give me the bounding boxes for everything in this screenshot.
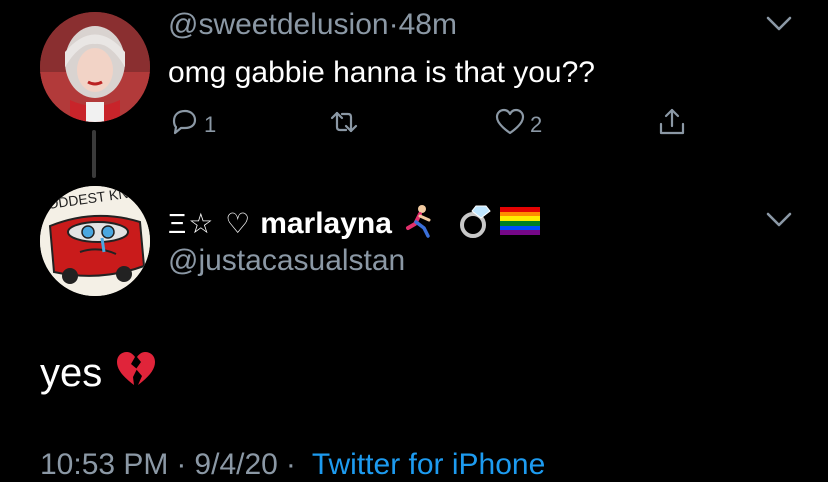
separator: · (285, 448, 296, 481)
display-name: marlayna (260, 206, 392, 240)
thread-line (92, 130, 96, 178)
tweet-actions: 1 2 (168, 106, 708, 146)
reply-text: yes (40, 350, 103, 395)
share-icon (656, 106, 688, 144)
name-prefix: Ξ☆ ♡ (168, 208, 253, 239)
avatar-image: ODDEST KNOW (40, 186, 150, 296)
author-handle[interactable]: @sweetdelusion (168, 8, 389, 41)
tweet-header: @sweetdelusion·48m (168, 8, 457, 42)
reply-date: 9/4/20 (194, 448, 278, 481)
like-button[interactable]: 2 (494, 106, 542, 144)
source-link[interactable]: Twitter for iPhone (312, 448, 545, 482)
rainbow-flag-icon (499, 207, 540, 240)
author-handle[interactable]: @justacasualstan (168, 244, 405, 278)
heart-icon (494, 106, 526, 144)
reply-icon (168, 106, 200, 144)
separator: · (388, 8, 399, 41)
reply-count: 1 (204, 112, 217, 137)
avatar-image (40, 12, 150, 122)
ring-emoji-icon (456, 202, 494, 245)
reply-button[interactable]: 1 (168, 106, 216, 144)
broken-heart-icon (116, 350, 156, 396)
chevron-down-icon[interactable] (766, 212, 792, 228)
timestamp[interactable]: 48m (399, 8, 457, 41)
retweet-icon (328, 106, 360, 144)
like-count: 2 (530, 112, 543, 137)
separator: · (176, 448, 187, 481)
tweet-meta: 10:53 PM · 9/4/20 · Twitter for iPhone (40, 448, 545, 482)
runner-emoji-icon (402, 204, 436, 243)
reply-time: 10:53 PM (40, 448, 169, 481)
reply-name-row[interactable]: Ξ☆ ♡ marlayna (168, 202, 540, 245)
tweet-text: omg gabbie hanna is that you?? (168, 56, 595, 89)
chevron-down-icon[interactable] (766, 16, 792, 32)
retweet-button[interactable] (328, 106, 360, 144)
avatar[interactable] (40, 12, 150, 122)
share-button[interactable] (656, 106, 688, 144)
avatar[interactable]: ODDEST KNOW (40, 186, 150, 296)
reply-text-row: yes (40, 350, 156, 396)
